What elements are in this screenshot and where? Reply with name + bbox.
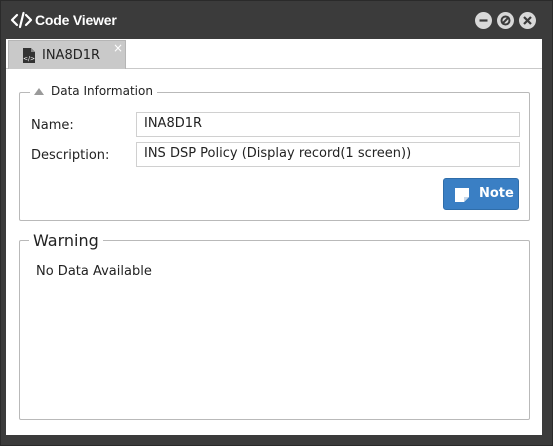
maximize-icon[interactable]	[497, 12, 514, 29]
name-field[interactable]: INA8D1R	[136, 112, 520, 137]
window-title: Code Viewer	[35, 12, 117, 28]
code-icon	[10, 11, 34, 29]
tab-ina8d1r[interactable]: </> INA8D1R ×	[8, 40, 126, 69]
file-code-icon: </>	[22, 47, 36, 64]
tab-strip: </> INA8D1R ×	[6, 39, 542, 69]
minimize-icon[interactable]	[475, 12, 492, 29]
content-area: </> INA8D1R × Data Information Name: INA…	[6, 39, 542, 435]
description-label: Description:	[31, 148, 110, 163]
note-icon	[454, 187, 470, 203]
note-button-label: Note	[479, 186, 514, 201]
close-icon[interactable]	[519, 12, 536, 29]
tab-close-icon[interactable]: ×	[113, 42, 123, 54]
warning-message: No Data Available	[36, 264, 152, 279]
data-information-group: Data Information Name: INA8D1R Descripti…	[19, 84, 530, 221]
code-viewer-window: Code Viewer </> INA8D1R × Data Informati…	[0, 0, 553, 446]
data-information-title: Data Information	[51, 84, 153, 98]
tab-label: INA8D1R	[42, 48, 101, 63]
title-bar[interactable]: Code Viewer	[1, 1, 552, 39]
warning-group: Warning No Data Available	[19, 231, 530, 420]
svg-text:</>: </>	[23, 56, 35, 63]
description-field[interactable]: INS DSP Policy (Display record(1 screen)…	[136, 142, 520, 167]
data-information-legend[interactable]: Data Information	[30, 84, 157, 98]
warning-legend: Warning	[29, 231, 103, 250]
name-label: Name:	[31, 118, 74, 133]
collapse-triangle-icon[interactable]	[34, 87, 44, 95]
note-button[interactable]: Note	[443, 178, 519, 210]
